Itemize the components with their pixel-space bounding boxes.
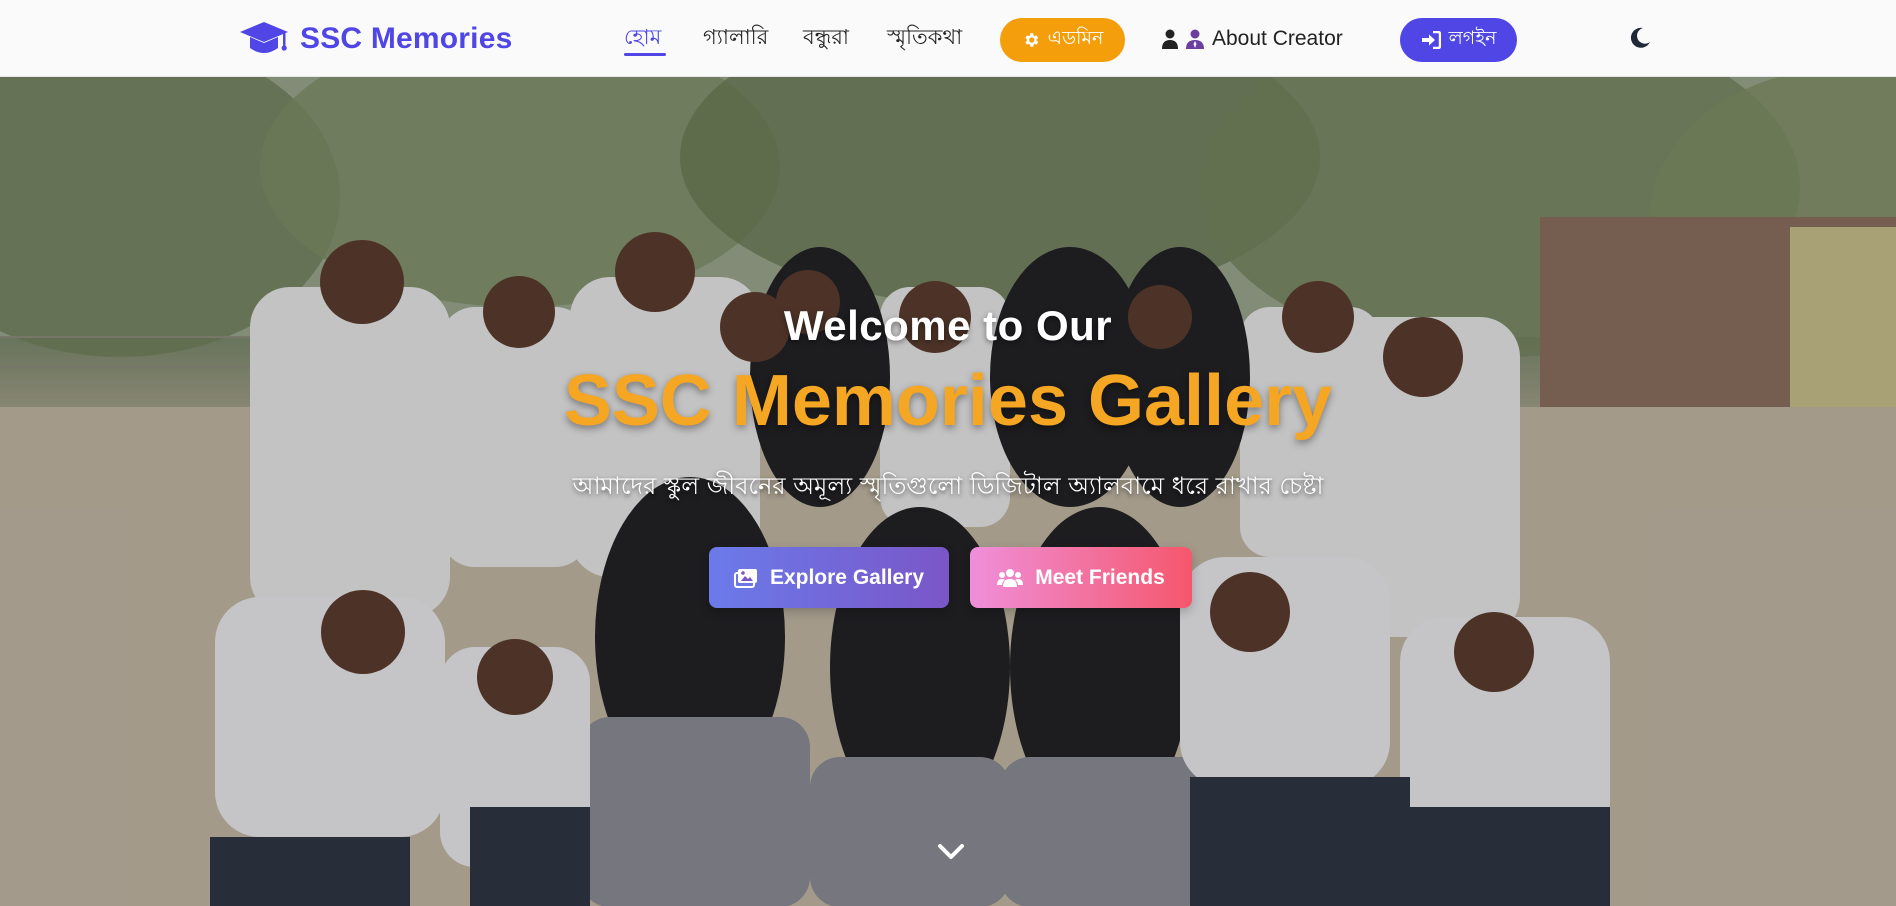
sign-in-icon bbox=[1421, 31, 1441, 49]
brand-name: SSC Memories bbox=[300, 22, 513, 55]
user-tie-icon bbox=[1186, 29, 1204, 49]
graduation-cap-icon bbox=[240, 22, 288, 53]
admin-button[interactable]: এডমিন bbox=[1000, 18, 1125, 62]
nav-home[interactable]: হোম bbox=[624, 22, 661, 52]
nav-friends[interactable]: বন্ধুরা bbox=[803, 22, 849, 52]
hero-title: SSC Memories Gallery bbox=[563, 361, 1333, 441]
navbar: SSC Memories হোম গ্যালারি বন্ধুরা স্মৃতি… bbox=[0, 0, 1896, 77]
hero-subtitle: আমাদের স্কুল জীবনের অমূল্য স্মৃতিগুলো ডি… bbox=[572, 472, 1324, 500]
user-icon bbox=[1162, 29, 1178, 49]
gear-icon bbox=[1024, 33, 1038, 47]
about-creator-label: About Creator bbox=[1212, 27, 1343, 50]
nav-memories[interactable]: স্মৃতিকথা bbox=[887, 22, 962, 52]
admin-label: এডমিন bbox=[1047, 27, 1104, 49]
brand-logo[interactable]: SSC Memories bbox=[238, 17, 512, 61]
hero-section: Welcome to Our SSC Memories Gallery আমাদ… bbox=[0, 77, 1896, 906]
login-button[interactable]: লগইন bbox=[1400, 18, 1517, 62]
nav-active-indicator bbox=[624, 53, 666, 56]
meet-friends-label: Meet Friends bbox=[1035, 565, 1165, 589]
about-creator-link[interactable]: About Creator bbox=[1162, 22, 1343, 56]
explore-gallery-label: Explore Gallery bbox=[769, 565, 925, 589]
hero-welcome: Welcome to Our bbox=[783, 302, 1113, 349]
moon-icon[interactable] bbox=[1628, 26, 1652, 50]
login-label: লগইন bbox=[1448, 27, 1497, 49]
users-icon bbox=[997, 568, 1024, 587]
explore-gallery-button[interactable]: Explore Gallery bbox=[709, 547, 949, 608]
chevron-down-icon[interactable] bbox=[936, 839, 966, 863]
images-icon bbox=[733, 568, 757, 588]
nav-gallery[interactable]: গ্যালারি bbox=[703, 22, 768, 52]
meet-friends-button[interactable]: Meet Friends bbox=[970, 547, 1192, 608]
